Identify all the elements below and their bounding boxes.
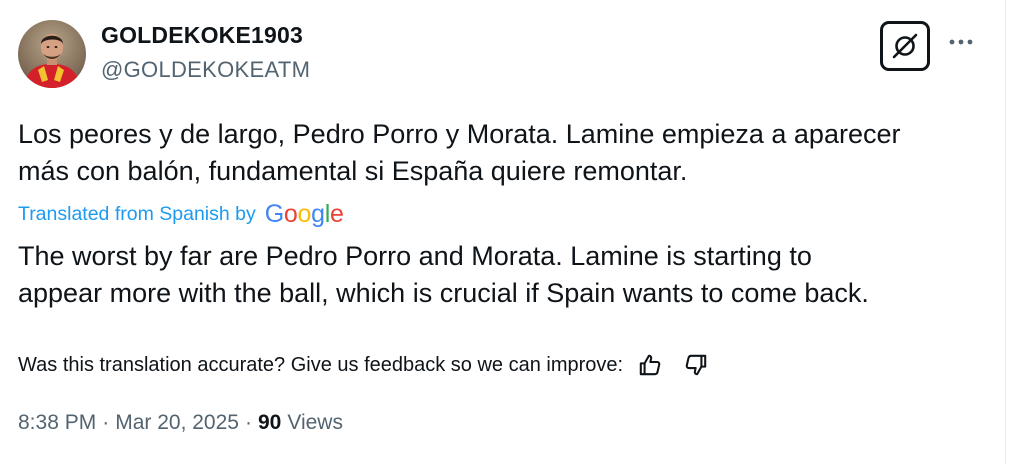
tweet-date[interactable]: Mar 20, 2025 [115,411,239,435]
translation-attribution: Translated from Spanish by Google [18,200,344,228]
thumbs-up-button[interactable] [635,350,665,380]
translated-text: The worst by far are Pedro Porro and Mor… [18,241,869,308]
more-options-button[interactable] [946,32,976,52]
translated-from-label[interactable]: Translated from Spanish by [18,203,256,226]
google-logo-letter: o [297,199,312,228]
column-divider [1005,0,1006,464]
avatar-image [18,20,86,88]
views-label: Views [287,411,343,434]
google-logo-letter: o [283,199,298,228]
translation-feedback: Was this translation accurate? Give us f… [18,350,711,380]
thumbs-up-icon [639,354,661,376]
author-handle[interactable]: @GOLDEKOKEATM [101,57,310,83]
feedback-prompt: Was this translation accurate? Give us f… [18,353,624,376]
more-horizontal-icon [949,39,973,45]
tweet-text: Los peores y de largo, Pedro Porro y Mor… [18,119,901,186]
thumbs-down-button[interactable] [681,350,711,380]
meta-separator: · [102,411,110,434]
google-logo: Google [265,200,344,229]
grok-button[interactable] [880,21,930,71]
views-count[interactable]: 90 [258,411,281,435]
tweet-time[interactable]: 8:38 PM [18,411,96,435]
tweet-meta: 8:38 PM · Mar 20, 2025 · 90 Views [18,408,343,438]
meta-separator: · [244,411,252,434]
google-logo-letter: G [264,199,284,228]
author-display-name[interactable]: GOLDEKOKE1903 [101,22,303,49]
avatar[interactable] [18,20,86,88]
google-logo-letter: g [311,199,325,228]
grok-icon [892,33,918,59]
google-logo-letter: e [329,199,344,228]
thumbs-down-icon [685,354,707,376]
